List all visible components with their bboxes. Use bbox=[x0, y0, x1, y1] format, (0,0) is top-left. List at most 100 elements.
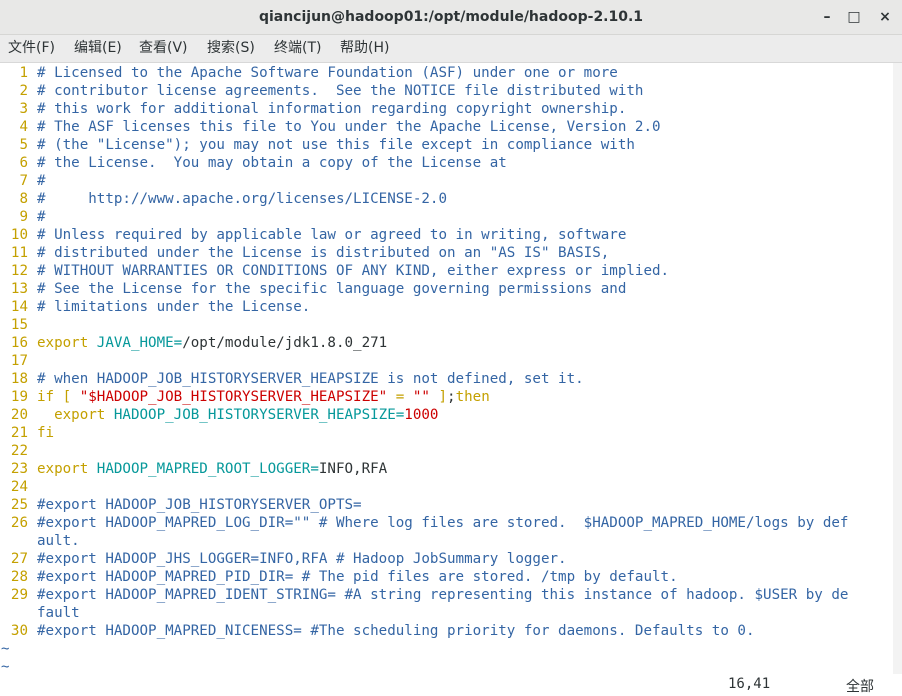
empty-line-marker: ~ bbox=[1, 641, 10, 657]
window-title: qiancijun@hadoop01:/opt/module/hadoop-2.… bbox=[258, 9, 644, 25]
line-number: 6 bbox=[19, 155, 28, 171]
line-number: 18 bbox=[10, 371, 28, 387]
code-line: 8 # http://www.apache.org/licenses/LICENS… bbox=[0, 190, 447, 208]
code-line: 21 fi bbox=[0, 424, 54, 442]
keyword-text: export bbox=[37, 407, 114, 423]
keyword-text: = bbox=[387, 389, 413, 405]
vim-editor[interactable]: 1 # Licensed to the Apache Software Found… bbox=[0, 63, 893, 675]
comment-text: # the License. You may obtain a copy of … bbox=[37, 155, 507, 171]
menu-terminal[interactable]: 终端(T) bbox=[274, 35, 321, 62]
code-line: 29 #export HADOOP_MAPRED_IDENT_STRING= #A… bbox=[0, 586, 849, 604]
line-number: 22 bbox=[10, 443, 28, 459]
code-line: 12 # WITHOUT WARRANTIES OR CONDITIONS OF … bbox=[0, 262, 669, 280]
comment-text: # limitations under the License. bbox=[37, 299, 311, 315]
string-text: "" bbox=[412, 389, 430, 405]
comment-text: #export HADOOP_MAPRED_NICENESS= #The sch… bbox=[37, 623, 755, 639]
line-number: 1 bbox=[19, 65, 28, 81]
string-text: 1000 bbox=[404, 407, 439, 423]
comment-text: # WITHOUT WARRANTIES OR CONDITIONS OF AN… bbox=[37, 263, 670, 279]
line-number: 14 bbox=[10, 299, 28, 315]
code-line: 26 #export HADOOP_MAPRED_LOG_DIR="" # Whe… bbox=[0, 514, 849, 532]
code-line: 25 #export HADOOP_JOB_HISTORYSERVER_OPTS= bbox=[0, 496, 362, 514]
code-line: 4 # The ASF licenses this file to You und… bbox=[0, 118, 661, 136]
code-line: 27 #export HADOOP_JHS_LOGGER=INFO,RFA # H… bbox=[0, 550, 567, 568]
code-line: 9 # bbox=[0, 208, 46, 226]
line-number: 3 bbox=[19, 101, 28, 117]
keyword-text: then bbox=[455, 389, 490, 405]
variable-text: JAVA_HOME= bbox=[96, 335, 183, 351]
comment-text: # http://www.apache.org/licenses/LICENSE… bbox=[37, 191, 447, 207]
comment-text: # bbox=[37, 173, 46, 189]
line-number: 24 bbox=[10, 479, 28, 495]
value-text: ; bbox=[447, 389, 456, 405]
scroll-indicator: 全部 bbox=[846, 679, 874, 695]
line-number: 20 bbox=[10, 407, 28, 423]
comment-text: # when HADOOP_JOB_HISTORYSERVER_HEAPSIZE… bbox=[37, 371, 584, 387]
comment-text: #export HADOOP_JOB_HISTORYSERVER_OPTS= bbox=[37, 497, 362, 513]
code-line: 6 # the License. You may obtain a copy of… bbox=[0, 154, 507, 172]
keyword-text: export bbox=[37, 461, 97, 477]
comment-text: # bbox=[37, 209, 46, 225]
code-line: 15 bbox=[0, 316, 37, 334]
line-number: 9 bbox=[19, 209, 28, 225]
line-number: 11 bbox=[10, 245, 28, 261]
close-button[interactable]: × bbox=[874, 6, 896, 28]
title-bar[interactable]: qiancijun@hadoop01:/opt/module/hadoop-2.… bbox=[0, 0, 902, 35]
line-number: 4 bbox=[19, 119, 28, 135]
comment-text: # this work for additional information r… bbox=[37, 101, 627, 117]
menu-search[interactable]: 搜索(S) bbox=[207, 35, 255, 62]
comment-text: # (the "License"); you may not use this … bbox=[37, 137, 635, 153]
keyword-text: export bbox=[37, 335, 97, 351]
value-text: INFO,RFA bbox=[318, 461, 388, 477]
code-line: 13 # See the License for the specific lan… bbox=[0, 280, 626, 298]
menu-file[interactable]: 文件(F) bbox=[8, 35, 55, 62]
code-line: 24 bbox=[0, 478, 37, 496]
variable-text: HADOOP_JOB_HISTORYSERVER_HEAPSIZE= bbox=[113, 407, 405, 423]
keyword-text: ] bbox=[429, 389, 448, 405]
line-number: 15 bbox=[10, 317, 28, 333]
menu-view[interactable]: 查看(V) bbox=[139, 35, 188, 62]
code-line: 23 export HADOOP_MAPRED_ROOT_LOGGER=INFO,… bbox=[0, 460, 387, 478]
code-line: 16 export JAVA_HOME=/opt/module/jdk1.8.0_… bbox=[0, 334, 387, 352]
menu-bar: 文件(F) 编辑(E) 查看(V) 搜索(S) 终端(T) 帮助(H) bbox=[0, 35, 902, 63]
comment-text: # The ASF licenses this file to You unde… bbox=[37, 119, 661, 135]
menu-help[interactable]: 帮助(H) bbox=[340, 35, 389, 62]
comment-text: #export HADOOP_MAPRED_LOG_DIR="" # Where… bbox=[37, 515, 849, 531]
code-line: 22 bbox=[0, 442, 37, 460]
value-text: /opt/module/jdk1.8.0_271 bbox=[182, 335, 388, 351]
code-line: 11 # distributed under the License is dis… bbox=[0, 244, 609, 262]
line-number: 28 bbox=[10, 569, 28, 585]
line-number: 27 bbox=[10, 551, 28, 567]
line-number: 26 bbox=[10, 515, 28, 531]
comment-text: # contributor license agreements. See th… bbox=[37, 83, 644, 99]
comment-text: #export HADOOP_MAPRED_PID_DIR= # The pid… bbox=[37, 569, 678, 585]
line-number: 2 bbox=[19, 83, 28, 99]
code-line: 10 # Unless required by applicable law or… bbox=[0, 226, 626, 244]
line-number: 7 bbox=[19, 173, 28, 189]
line-number: 10 bbox=[10, 227, 28, 243]
comment-text: # Licensed to the Apache Software Founda… bbox=[37, 65, 618, 81]
code-line: 18 # when HADOOP_JOB_HISTORYSERVER_HEAPSI… bbox=[0, 370, 584, 388]
comment-text: # See the License for the specific langu… bbox=[37, 281, 627, 297]
scrollbar[interactable] bbox=[893, 63, 902, 674]
code-line: 19 if [ "$HADOOP_JOB_HISTORYSERVER_HEAPSI… bbox=[0, 388, 490, 406]
comment-text: ault. bbox=[37, 533, 80, 549]
code-line: 5 # (the "License"); you may not use this… bbox=[0, 136, 635, 154]
maximize-button[interactable]: □ bbox=[843, 6, 865, 28]
line-number: 29 bbox=[10, 587, 28, 603]
line-number: 21 bbox=[10, 425, 28, 441]
code-line: 28 #export HADOOP_MAPRED_PID_DIR= # The p… bbox=[0, 568, 678, 586]
comment-text: fault bbox=[37, 605, 80, 621]
comment-text: #export HADOOP_JHS_LOGGER=INFO,RFA # Had… bbox=[37, 551, 567, 567]
comment-text: # distributed under the License is distr… bbox=[37, 245, 610, 261]
code-line: 1 # Licensed to the Apache Software Found… bbox=[0, 64, 618, 82]
keyword-text: if [ bbox=[37, 389, 80, 405]
line-number: 12 bbox=[10, 263, 28, 279]
variable-text: HADOOP_MAPRED_ROOT_LOGGER= bbox=[96, 461, 319, 477]
code-line: 17 bbox=[0, 352, 37, 370]
line-number: 19 bbox=[10, 389, 28, 405]
menu-edit[interactable]: 编辑(E) bbox=[74, 35, 122, 62]
keyword-text: fi bbox=[37, 425, 55, 441]
code-line: 20 export HADOOP_JOB_HISTORYSERVER_HEAPS… bbox=[0, 406, 439, 424]
minimize-button[interactable]: – bbox=[816, 6, 838, 28]
